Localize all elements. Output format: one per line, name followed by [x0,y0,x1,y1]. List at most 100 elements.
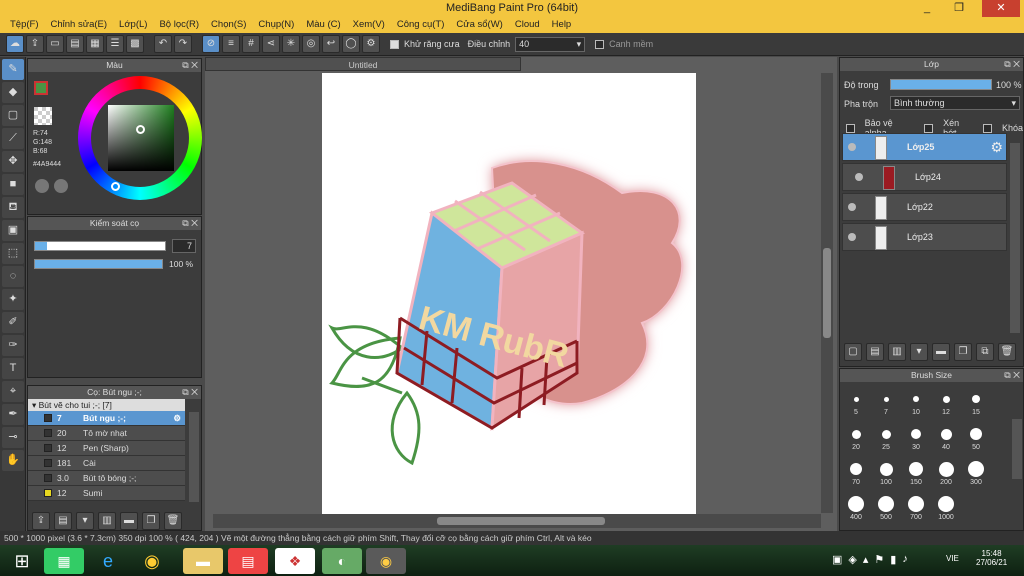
comment-icon[interactable]: ▭ [46,35,64,53]
tray-show-hidden-icon[interactable]: ▴ [863,553,869,566]
magic-wand-icon[interactable]: ✦ [2,289,24,310]
grid-icon[interactable]: ▩ [126,35,144,53]
clip-checkbox[interactable] [924,123,934,133]
divide-tool-icon[interactable]: ⌖ [2,381,24,402]
canvas-vertical-scrollbar[interactable] [821,73,833,513]
brush-size-option[interactable]: 10 [902,389,930,416]
list-icon[interactable]: ☰ [106,35,124,53]
protect-alpha-checkbox[interactable] [846,123,855,133]
brush-cloud-icon[interactable]: ⇪ [32,512,50,530]
brush-list-scrollbar[interactable] [189,412,199,502]
layer-folder-icon[interactable]: ▬ [932,343,950,361]
brush-size-option[interactable]: 40 [932,424,960,451]
vertical-scroll-thumb[interactable] [823,248,831,338]
drawing-canvas[interactable]: KM RubR [322,73,696,515]
select-tool-icon[interactable]: ⬚ [2,243,24,264]
lock-checkbox[interactable] [983,123,992,133]
new-layer-1bit-icon[interactable]: ▥ [888,343,906,361]
maximize-button[interactable]: ❐ [950,0,968,17]
chrome-icon[interactable]: ◉ [132,548,172,574]
antialias-checkbox[interactable] [390,39,399,49]
tray-network-icon[interactable]: ▮ [890,553,896,566]
medibang-taskbar-icon[interactable]: ◉ [366,548,406,574]
close-button[interactable]: ✕ [982,0,1020,17]
brush-row[interactable]: 3.0 Bút tô bóng ;-; [28,471,185,486]
brush-size-option[interactable]: 700 [902,494,930,521]
merge-layer-icon[interactable]: ⧉ [976,343,994,361]
tray-app-icon[interactable]: ▣ [832,553,842,566]
brush-delete-icon[interactable]: 🗑 [164,512,182,530]
delete-layer-icon[interactable]: 🗑 [998,343,1016,361]
new-layer-8bit-icon[interactable]: ▤ [866,343,884,361]
eraser-tool-icon[interactable]: ◆ [2,82,24,103]
blend-mode-select[interactable]: Bình thường ▾ [890,96,1020,110]
brush-add-icon[interactable]: ▤ [54,512,72,530]
clock[interactable]: 15:48 27/06/21 [976,549,1007,567]
brush-properties-icon[interactable]: ▥ [98,512,116,530]
windows-start-icon[interactable]: ⊞ [2,548,42,574]
settings-icon[interactable]: ⚙ [362,35,380,53]
office-icon[interactable]: ▤ [228,548,268,574]
menu-snap[interactable]: Chụp(N) [252,17,300,33]
export-icon[interactable]: ⇪ [26,35,44,53]
eyedropper-icon[interactable]: ⊸ [2,427,24,448]
input-language[interactable]: VIE [946,554,959,563]
cloud-icon[interactable]: ☁ [6,35,24,53]
eye-icon[interactable] [848,203,856,211]
radial-snap-icon[interactable]: ✳ [282,35,300,53]
brush-folder-icon[interactable]: ▬ [120,512,138,530]
brush-add-dropdown-icon[interactable]: ▾ [76,512,94,530]
brush-size-option[interactable]: 300 [962,459,990,486]
text-tool-icon[interactable]: T [2,358,24,379]
eye-icon[interactable] [855,173,863,181]
pen-tool-icon[interactable]: ✒ [2,404,24,425]
brush-duplicate-icon[interactable]: ❐ [142,512,160,530]
menu-view[interactable]: Xem(V) [347,17,391,33]
layer-row[interactable]: Lớp25 ⚙ [842,133,1007,161]
brush-size-option[interactable]: 150 [902,459,930,486]
brush-size-option[interactable]: 15 [962,389,990,416]
layer-opacity-slider[interactable] [890,79,992,90]
undo-icon[interactable]: ↶ [154,35,172,53]
hand-tool-icon[interactable]: ✋ [2,450,24,471]
camtasia-icon[interactable]: ◐ [322,548,362,574]
brush-row[interactable]: 12 Pen (Sharp) [28,441,185,456]
layer-list-scrollbar[interactable] [1010,143,1020,333]
brush-tool-icon[interactable]: ✎ [2,59,24,80]
menu-select[interactable]: Chọn(S) [205,17,252,33]
sv-cursor[interactable] [136,125,145,134]
select-pen-icon[interactable]: ✐ [2,312,24,333]
layer-row[interactable]: Lớp23 [842,223,1007,251]
brush-size-option[interactable]: 1000 [932,494,960,521]
eye-icon[interactable] [848,143,856,151]
save-icon[interactable]: ▤ [66,35,84,53]
parallel-snap-icon[interactable]: ≡ [222,35,240,53]
curve-tool-icon[interactable]: ⟋ [2,128,24,149]
menu-edit[interactable]: Chỉnh sửa(E) [45,17,114,33]
gradient-tool-icon[interactable]: ▣ [2,220,24,241]
palette-add-icon[interactable] [54,179,68,193]
tray-volume-icon[interactable]: ♪ [902,553,908,566]
brush-size-option[interactable]: 500 [872,494,900,521]
fill-rect-icon[interactable]: ■ [2,174,24,195]
adjust-select[interactable]: 40 ▾ [515,36,586,52]
brush-size-scrollbar[interactable] [1012,419,1022,479]
menu-file[interactable]: Tệp(F) [4,17,45,33]
brush-row[interactable]: 20 Tô mờ nhạt [28,426,185,441]
panel-close-icon[interactable]: ⧉ ✕ [1004,369,1020,382]
brush-size-option[interactable]: 400 [842,494,870,521]
bucket-tool-icon[interactable]: ⛾ [2,197,24,218]
brush-size-option[interactable]: 20 [842,424,870,451]
brush-size-option[interactable]: 12 [932,389,960,416]
menu-cloud[interactable]: Cloud [509,17,546,33]
cross-snap-icon[interactable]: # [242,35,260,53]
horizontal-scroll-thumb[interactable] [437,517,605,525]
brush-size-option[interactable]: 100 [872,459,900,486]
brush-group-row[interactable]: ▾ Bút vẽ cho tui ;-; [7] [28,399,185,411]
foreground-color-swatch[interactable] [34,81,48,95]
internet-explorer-icon[interactable]: e [88,548,128,574]
lasso-tool-icon[interactable]: ◌ [2,266,24,287]
move-tool-icon[interactable]: ✥ [2,151,24,172]
minimize-button[interactable]: _ [918,0,936,17]
layer-row[interactable]: Lớp24 [842,163,1007,191]
